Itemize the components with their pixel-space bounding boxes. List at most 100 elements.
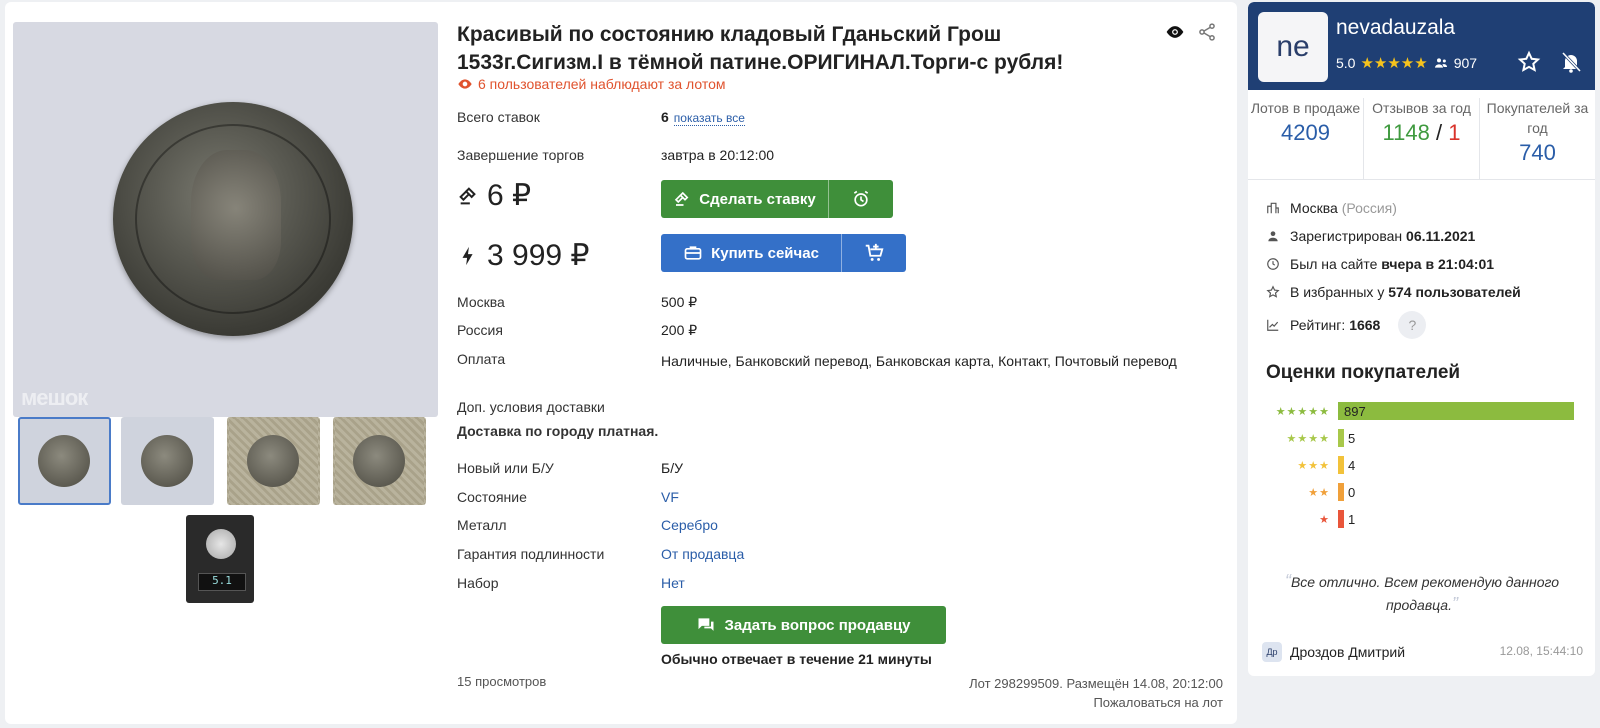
stat-lots-value: 4209 xyxy=(1281,120,1330,145)
rating-help-button[interactable]: ? xyxy=(1398,311,1427,339)
rating-row[interactable]: ★★ 0 xyxy=(1248,483,1355,501)
spec-value-guarantee[interactable]: От продавца xyxy=(661,546,744,562)
eye-icon xyxy=(458,79,472,89)
seller-city: Москва xyxy=(1290,200,1338,216)
chart-icon xyxy=(1267,319,1279,331)
stat-buyers[interactable]: Покупателей за год 740 xyxy=(1480,98,1595,179)
mute-bell-icon[interactable] xyxy=(1559,50,1583,74)
rating-row[interactable]: ★★★★★ 897 xyxy=(1248,402,1574,420)
extra-delivery-label: Доп. условия доставки xyxy=(457,399,605,415)
main-photo[interactable]: мешок xyxy=(13,22,438,417)
rating-count: 0 xyxy=(1348,484,1356,500)
bid-button-group: Сделать ставку xyxy=(661,180,893,218)
seller-registered: Зарегистрирован 06.11.2021 xyxy=(1266,222,1521,250)
stat-buyers-value: 740 xyxy=(1519,140,1556,165)
watermark: мешок xyxy=(21,385,88,410)
seller-country: (Россия) xyxy=(1341,200,1397,216)
watch-icon[interactable] xyxy=(1165,22,1185,47)
thumbnail-3[interactable] xyxy=(227,417,320,505)
stat-lots[interactable]: Лотов в продаже 4209 xyxy=(1248,98,1364,179)
response-time: Обычно отвечает в течение 21 минуты xyxy=(661,651,932,667)
make-bid-button[interactable]: Сделать ставку xyxy=(661,180,828,218)
spec-value-condition-type: Б/У xyxy=(661,460,683,476)
thumbnail-1[interactable] xyxy=(18,417,111,505)
current-price-value: 6 ₽ xyxy=(487,179,532,212)
thumbnail-5[interactable]: 5.1 xyxy=(186,515,254,603)
ask-seller-button[interactable]: Задать вопрос продавцу xyxy=(661,606,946,644)
seller-rating: 5.0 xyxy=(1336,55,1356,71)
city-icon xyxy=(1267,202,1279,214)
spec-label-grade: Состояние xyxy=(457,489,527,505)
watchers-text: 6 пользователей наблюдают за лотом xyxy=(478,76,726,92)
seller-avatar[interactable]: ne xyxy=(1258,12,1328,82)
seller-info: Москва (Россия) Зарегистрирован 06.11.20… xyxy=(1266,194,1521,344)
watchers-notice: 6 пользователей наблюдают за лотом xyxy=(457,76,726,92)
spec-value-set[interactable]: Нет xyxy=(661,575,685,591)
spec-value-grade[interactable]: VF xyxy=(661,489,679,505)
reminder-button[interactable] xyxy=(829,180,893,218)
show-all-bids-link[interactable]: показать все xyxy=(673,111,745,126)
buy-now-price: 3 999 ₽ xyxy=(457,238,590,273)
payment-value: Наличные, Банковский перевод, Банковская… xyxy=(661,353,1177,369)
seller-stars: ★★★★★ xyxy=(1360,55,1428,72)
seller-meta: 5.0 ★★★★★ 907 xyxy=(1336,54,1477,72)
rating-stars: ★★★ xyxy=(1297,459,1330,472)
rating-stars: ★★★★ xyxy=(1286,432,1330,445)
rating-bar: 897 xyxy=(1338,402,1574,420)
lightning-icon xyxy=(462,246,473,265)
seller-rating-score: Рейтинг: 1668 ? xyxy=(1266,306,1521,344)
rating-row[interactable]: ★★★★ 5 xyxy=(1248,429,1355,447)
rating-stars: ★★ xyxy=(1308,486,1330,499)
stat-reviews-separator: / xyxy=(1435,120,1443,145)
ask-seller-label: Задать вопрос продавцу xyxy=(724,616,911,634)
add-to-cart-button[interactable] xyxy=(842,234,906,272)
stat-buyers-label: Покупателей за год xyxy=(1486,100,1589,136)
shipping-label-russia: Россия xyxy=(457,322,503,338)
favorites-label: В избранных у xyxy=(1290,284,1385,300)
favorite-star-icon[interactable] xyxy=(1517,50,1541,74)
share-icon[interactable] xyxy=(1197,22,1217,47)
rating-stars: ★★★★★ xyxy=(1275,405,1330,418)
end-label: Завершение торгов xyxy=(457,147,585,163)
shipping-label-moscow: Москва xyxy=(457,294,505,310)
review-text: Все отлично. Всем рекомендую данного про… xyxy=(1290,574,1560,613)
followers-icon xyxy=(1434,58,1447,68)
seller-location: Москва (Россия) xyxy=(1266,194,1521,222)
review-date: 12.08, 15:44:10 xyxy=(1499,644,1583,658)
spec-label-metal: Металл xyxy=(457,517,507,533)
chat-icon xyxy=(698,618,714,631)
stat-reviews[interactable]: Отзывов за год 1148 / 1 xyxy=(1364,98,1480,179)
buy-now-button[interactable]: Купить сейчас xyxy=(661,234,841,272)
bids-count: 6 xyxy=(661,109,669,125)
registered-date: 06.11.2021 xyxy=(1406,228,1476,244)
thumbnail-2[interactable] xyxy=(121,417,214,505)
seller-name[interactable]: nevadauzala xyxy=(1336,16,1455,40)
ratings-title: Оценки покупателей xyxy=(1266,362,1461,383)
make-bid-label: Сделать ставку xyxy=(699,190,816,208)
spec-label-guarantee: Гарантия подлинности xyxy=(457,546,605,562)
rating-row[interactable]: ★ 1 xyxy=(1248,510,1355,528)
spec-value-metal[interactable]: Серебро xyxy=(661,517,718,533)
review-author[interactable]: Др Дроздов Дмитрий xyxy=(1262,642,1405,662)
followers-count: 907 xyxy=(1453,55,1478,71)
lot-panel: мешок 5.1 Красивый по состоянию кладовый… xyxy=(5,2,1237,724)
rating-count: 5 xyxy=(1348,430,1356,446)
report-lot-link[interactable]: Пожаловаться на лот xyxy=(969,693,1223,712)
gavel-icon xyxy=(675,191,689,206)
seller-panel: ne nevadauzala 5.0 ★★★★★ 907 Лотов в про… xyxy=(1248,2,1595,676)
stat-reviews-positive: 1148 xyxy=(1382,120,1430,145)
thumbnail-4[interactable] xyxy=(333,417,426,505)
rating-row[interactable]: ★★★ 4 xyxy=(1248,456,1355,474)
buy-button-group: Купить сейчас xyxy=(661,234,906,272)
review-author-name: Дроздов Дмитрий xyxy=(1290,644,1406,660)
last-seen-value: вчера в 21:04:01 xyxy=(1381,256,1495,272)
lot-tools xyxy=(1165,22,1217,47)
lot-footer: Лот 298299509. Размещён 14.08, 20:12:00 … xyxy=(969,674,1223,712)
shipping-value-moscow: 500 ₽ xyxy=(661,294,698,310)
rating-count: 1 xyxy=(1348,511,1356,527)
spec-label-set: Набор xyxy=(457,575,499,591)
star-outline-icon xyxy=(1266,285,1280,298)
rating-value: 1668 xyxy=(1349,317,1381,333)
review-author-avatar: Др xyxy=(1262,642,1282,662)
clock-icon xyxy=(1267,258,1279,270)
